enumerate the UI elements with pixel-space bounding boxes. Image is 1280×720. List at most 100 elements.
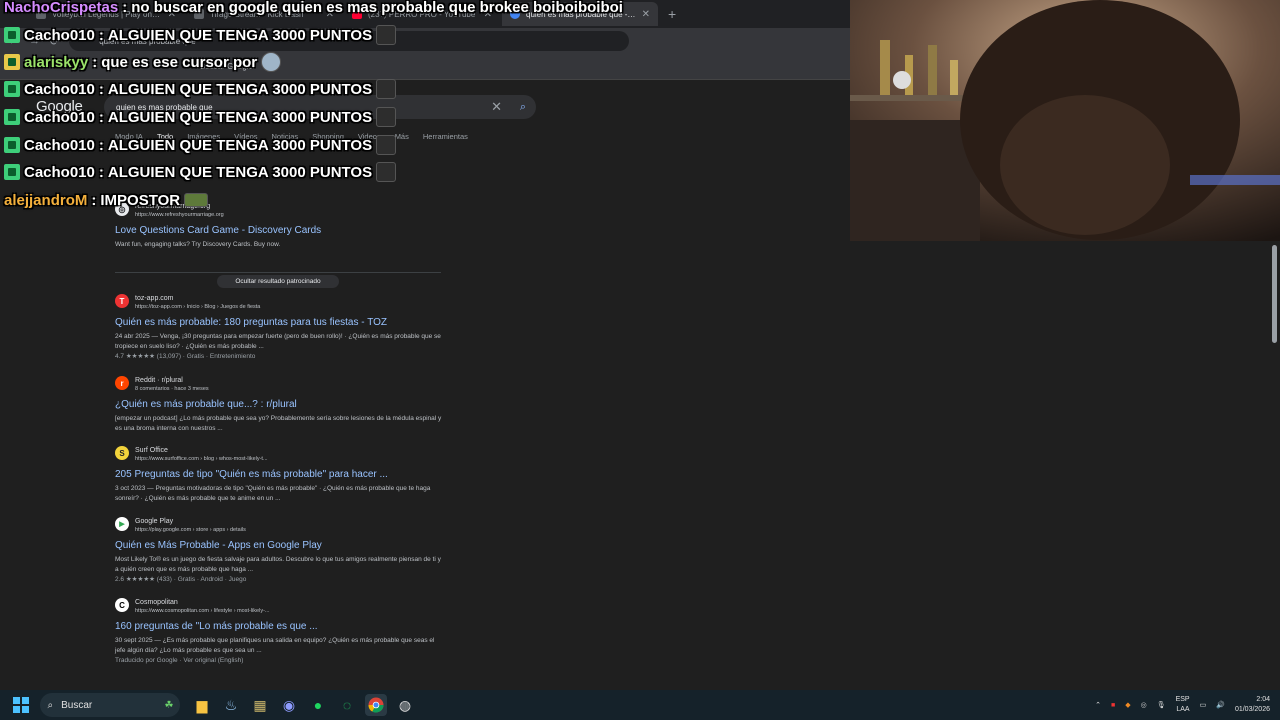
- result-title-link[interactable]: ¿Quién es más probable que...? : r/plura…: [115, 399, 445, 410]
- emote-icon: [376, 25, 397, 45]
- chat-message: Cacho010: ALGUIEN QUE TENGA 3000 PUNTOS: [4, 160, 397, 184]
- toz-icon: T: [115, 294, 129, 308]
- emote-icon: [376, 79, 397, 99]
- file-explorer-icon[interactable]: ▆: [191, 694, 213, 716]
- windows-start-icon[interactable]: [10, 694, 32, 716]
- chat-text: ALGUIEN QUE TENGA 3000 PUNTOS: [107, 80, 373, 98]
- tab-herramientas[interactable]: Herramientas: [423, 132, 468, 141]
- obs-icon[interactable]: ◍: [394, 694, 416, 716]
- search-result: T toz-app.com https://toz-app.com › Inici…: [115, 294, 445, 362]
- result-rating: 2.6 ★★★★★ (433) · Gratis · Android · Jue…: [115, 576, 247, 583]
- chat-message: Cacho010: ALGUIEN QUE TENGA 3000 PUNTOS: [4, 77, 397, 101]
- emote-icon: [261, 52, 282, 72]
- emote-icon: [376, 162, 397, 182]
- chat-text: ALGUIEN QUE TENGA 3000 PUNTOS: [107, 136, 373, 154]
- chat-message: alariskyy: que es ese cursor por: [4, 50, 282, 74]
- microphone-icon[interactable]: 🎙: [1157, 701, 1166, 709]
- result-snippet: Most Likely To® es un juego de fiesta sa…: [115, 556, 441, 573]
- discord-icon[interactable]: ◉: [278, 694, 300, 716]
- chat-message: alejjandroM: IMPOSTOR: [4, 188, 209, 212]
- result-snippet: Want fun, engaging talks? Try Discovery …: [115, 241, 281, 248]
- chat-username: Cacho010: [24, 80, 95, 98]
- search-icon: ⌕: [47, 699, 54, 711]
- result-title-link[interactable]: 160 preguntas de "Lo más probable es que…: [115, 621, 445, 632]
- chrome-icon[interactable]: [365, 694, 387, 716]
- search-result: r Reddit · r/plural 8 comentarios · hace …: [115, 376, 445, 434]
- steam-icon[interactable]: ♨: [220, 694, 242, 716]
- chat-username: Cacho010: [24, 108, 95, 126]
- result-url[interactable]: https://toz-app.com › Inicio › Blog › Ju…: [135, 303, 260, 311]
- result-rating: 4.7 ★★★★★ (13,097) · Gratis · Entretenim…: [115, 353, 256, 360]
- emote-icon: [376, 135, 397, 155]
- result-url[interactable]: 8 comentarios · hace 3 meses: [135, 385, 209, 393]
- spotify-icon[interactable]: ●: [307, 694, 329, 716]
- new-tab-button[interactable]: +: [660, 6, 684, 22]
- result-snippet: 30 sept 2025 — ¿Es más probable que plan…: [115, 637, 435, 654]
- result-url[interactable]: https://play.google.com › store › apps ›…: [135, 526, 246, 534]
- result-site-name: Reddit · r/plural: [135, 377, 183, 384]
- kick-badge-icon: [4, 109, 20, 125]
- kick-badge-icon: [4, 164, 20, 180]
- screen: { "browser": { "tabs": [ {"title": "Voll…: [0, 0, 1280, 720]
- result-url[interactable]: https://www.surfoffice.com › blog › whos…: [135, 455, 268, 463]
- result-title-link[interactable]: Love Questions Card Game - Discovery Car…: [115, 225, 445, 236]
- result-snippet: 3 oct 2023 — Preguntas motivadoras de ti…: [115, 485, 431, 502]
- webcam-feed: [850, 0, 1280, 241]
- stream-chat-overlay: NachoCrispetas: no buscar en google quie…: [0, 0, 623, 215]
- chat-message: Cacho010: ALGUIEN QUE TENGA 3000 PUNTOS: [4, 133, 397, 157]
- emote-icon: [376, 107, 397, 127]
- result-title-link[interactable]: Quién es Más Probable - Apps en Google P…: [115, 540, 445, 551]
- result-site-name: Surf Office: [135, 447, 168, 454]
- chat-message: Cacho010: ALGUIEN QUE TENGA 3000 PUNTOS: [4, 23, 397, 47]
- chat-username: Cacho010: [24, 163, 95, 181]
- chat-message: Cacho010: ALGUIEN QUE TENGA 3000 PUNTOS: [4, 105, 397, 129]
- result-snippet: 24 abr 2025 — Venga, ¡30 preguntas para …: [115, 333, 441, 350]
- chat-username: alejjandroM: [4, 191, 88, 209]
- tray-app-icon[interactable]: ■: [1111, 702, 1115, 709]
- cosmopolitan-icon: C: [115, 598, 129, 612]
- result-site-name: Google Play: [135, 518, 174, 525]
- network-icon[interactable]: ▭: [1200, 701, 1207, 709]
- chat-text: IMPOSTOR: [100, 191, 181, 209]
- language-indicator[interactable]: ESP LAA: [1176, 695, 1190, 715]
- kick-badge-icon: [4, 54, 20, 70]
- windows-taskbar: ⌕ Buscar ☘ ▆ ♨ ▦ ◉ ● ◌ ◍ ⌃ ■ ◆ ◎ 🎙 ESP L…: [0, 690, 1280, 720]
- whatsapp-icon[interactable]: ◌: [336, 694, 358, 716]
- result-site-name: Cosmopolitan: [135, 599, 178, 606]
- chat-text: que es ese cursor por: [101, 53, 258, 71]
- search-icon[interactable]: ⌕: [520, 101, 526, 114]
- tab-close-icon[interactable]: ✕: [642, 9, 650, 20]
- clock[interactable]: 2:04 01/03/2026: [1235, 695, 1270, 715]
- hide-sponsored-button[interactable]: Ocultar resultado patrocinado: [217, 275, 339, 288]
- kick-badge-icon: [4, 137, 20, 153]
- taskbar-search[interactable]: ⌕ Buscar ☘: [39, 693, 180, 717]
- result-title-link[interactable]: 205 Preguntas de tipo "Quién es más prob…: [115, 469, 445, 480]
- chat-text: ALGUIEN QUE TENGA 3000 PUNTOS: [107, 26, 373, 44]
- result-url[interactable]: https://www.cosmopolitan.com › lifestyle…: [135, 607, 269, 615]
- scrollbar-thumb[interactable]: [1272, 245, 1277, 343]
- reddit-icon: r: [115, 376, 129, 390]
- emote-icon: [184, 193, 209, 207]
- volume-icon[interactable]: 🔊: [1216, 701, 1225, 709]
- chat-username: NachoCrispetas: [4, 0, 119, 16]
- result-title-link[interactable]: Quién es más probable: 180 preguntas par…: [115, 317, 445, 328]
- chat-text: ALGUIEN QUE TENGA 3000 PUNTOS: [107, 163, 373, 181]
- search-highlight-icon: ☘: [164, 699, 174, 711]
- kick-badge-icon: [4, 27, 20, 43]
- chat-username: alariskyy: [24, 53, 89, 71]
- chat-message: NachoCrispetas: no buscar en google quie…: [4, 0, 623, 16]
- chat-username: Cacho010: [24, 136, 95, 154]
- surfoffice-icon: S: [115, 446, 129, 460]
- chat-text: ALGUIEN QUE TENGA 3000 PUNTOS: [107, 108, 373, 126]
- clear-icon[interactable]: ✕: [491, 99, 502, 115]
- translated-by-google[interactable]: Traducido por Google · Ver original (Eng…: [115, 656, 445, 666]
- webcam-image: [850, 0, 1280, 241]
- search-result: ▶ Google Play https://play.google.com › s…: [115, 517, 445, 585]
- page-scrollbar[interactable]: [1270, 241, 1280, 690]
- tray-app-icon[interactable]: ◎: [1141, 701, 1147, 709]
- tray-app-icon[interactable]: ◆: [1125, 701, 1130, 709]
- chevron-up-icon[interactable]: ⌃: [1095, 701, 1101, 709]
- result-snippet: [empezar un podcast] ¿Lo más probable qu…: [115, 415, 442, 432]
- chat-text: no buscar en google quien es mas probabl…: [131, 0, 623, 16]
- app-icon[interactable]: ▦: [249, 694, 271, 716]
